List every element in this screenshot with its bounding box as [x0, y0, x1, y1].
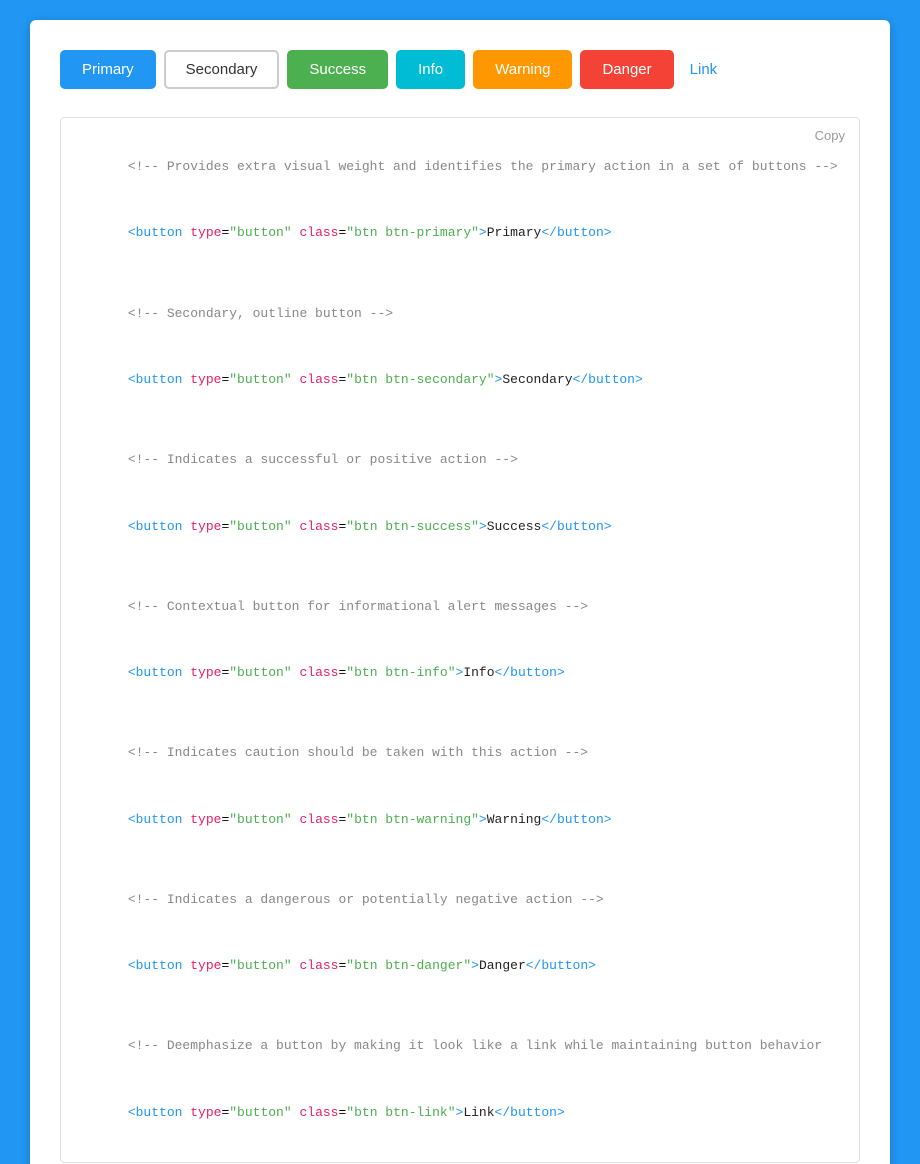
btn-secondary[interactable]: Secondary [164, 50, 280, 89]
code-line-3: <button type="button" class="btn btn-suc… [81, 493, 839, 559]
code-line-4: <button type="button" class="btn btn-inf… [81, 640, 839, 706]
code-area: Copy <!-- Provides extra visual weight a… [60, 117, 860, 1163]
code-line-2: <button type="button" class="btn btn-sec… [81, 347, 839, 413]
code-comment-6: <!-- Indicates a dangerous or potentiall… [81, 867, 839, 933]
button-bar: Primary Secondary Success Info Warning D… [60, 50, 860, 89]
code-comment-2: <!-- Secondary, outline button --> [81, 281, 839, 347]
btn-link[interactable]: Link [682, 52, 726, 87]
code-comment-7: <!-- Deemphasize a button by making it l… [81, 1013, 839, 1079]
btn-info[interactable]: Info [396, 50, 465, 89]
main-container: Primary Secondary Success Info Warning D… [30, 20, 890, 1164]
btn-danger[interactable]: Danger [580, 50, 673, 89]
code-line-5: <button type="button" class="btn btn-war… [81, 787, 839, 853]
code-comment-5: <!-- Indicates caution should be taken w… [81, 720, 839, 786]
btn-success[interactable]: Success [287, 50, 388, 89]
code-comment-4: <!-- Contextual button for informational… [81, 574, 839, 640]
btn-warning[interactable]: Warning [473, 50, 572, 89]
code-line-6: <button type="button" class="btn btn-dan… [81, 933, 839, 999]
copy-button[interactable]: Copy [815, 128, 845, 143]
code-line-1: <button type="button" class="btn btn-pri… [81, 200, 839, 266]
code-line-7: <button type="button" class="btn btn-lin… [81, 1080, 839, 1146]
btn-primary[interactable]: Primary [60, 50, 156, 89]
code-comment-3: <!-- Indicates a successful or positive … [81, 427, 839, 493]
code-comment-1: <!-- Provides extra visual weight and id… [81, 134, 839, 200]
